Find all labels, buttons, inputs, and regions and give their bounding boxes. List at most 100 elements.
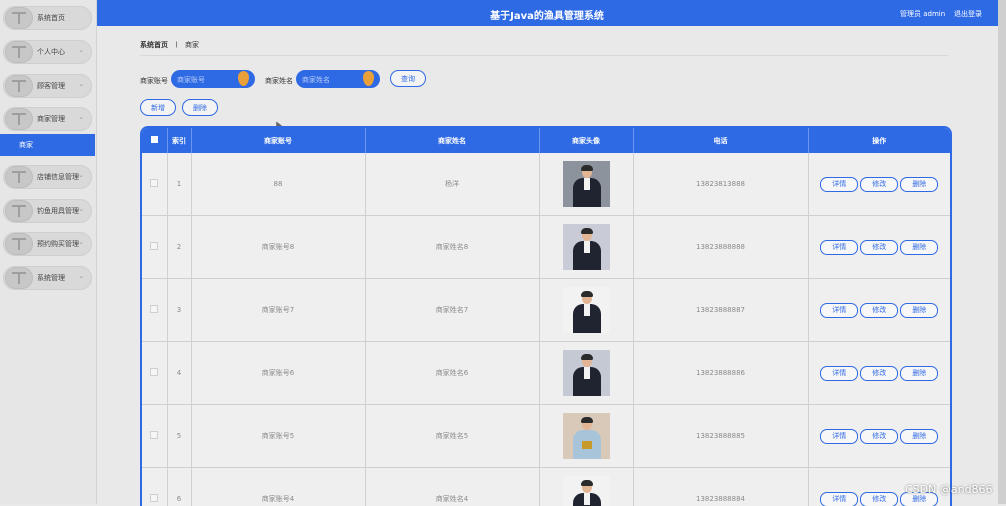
cell-phone: 13823888885	[633, 405, 808, 468]
sidebar-item-customers[interactable]: 顾客管理 ⌄	[3, 74, 92, 98]
sidebar-item-label: 预约购买管理	[37, 239, 79, 249]
cell-name: 商家姓名4	[365, 468, 539, 506]
merchant-table: 索引 商家账号 商家姓名 商家头像 电话 操作 1 88 杨洋 13823813…	[140, 126, 952, 506]
logout-link[interactable]: 退出登录	[954, 9, 982, 19]
batch-delete-button[interactable]: 删除	[182, 99, 218, 116]
col-account: 商家账号	[191, 128, 365, 153]
row-checkbox[interactable]	[150, 242, 158, 250]
sidebar-item-profile[interactable]: 个人中心 ⌄	[3, 40, 92, 64]
edit-button[interactable]: 修改	[860, 240, 898, 255]
cell-name: 商家姓名6	[365, 342, 539, 405]
cell-index: 6	[167, 468, 191, 506]
cell-name: 商家姓名7	[365, 279, 539, 342]
table-header-row: 索引 商家账号 商家姓名 商家头像 电话 操作	[142, 128, 950, 153]
sidebar-item-label: 个人中心	[37, 47, 65, 57]
select-all-cell[interactable]	[142, 128, 167, 153]
detail-button[interactable]: 详情	[820, 303, 858, 318]
sidebar-item-label: 系统首页	[37, 13, 65, 23]
add-button[interactable]: 新增	[140, 99, 176, 116]
page-scrollbar[interactable]	[998, 0, 1006, 504]
row-checkbox[interactable]	[150, 368, 158, 376]
cell-phone: 13823888888	[633, 216, 808, 279]
sidebar-item-reservations[interactable]: 预约购买管理 ⌄	[3, 232, 92, 256]
menu-icon	[5, 108, 33, 130]
account-search-input[interactable]	[175, 73, 245, 87]
menu-icon	[5, 166, 33, 188]
edit-button[interactable]: 修改	[860, 303, 898, 318]
cell-name: 商家姓名5	[365, 405, 539, 468]
chevron-down-icon: ⌄	[78, 171, 84, 179]
avatar	[563, 161, 610, 207]
table-row: 3 商家账号7 商家姓名7 13823888887 详情修改删除	[142, 279, 950, 342]
cell-name: 商家姓名8	[365, 216, 539, 279]
edit-button[interactable]: 修改	[860, 429, 898, 444]
edit-button[interactable]: 修改	[860, 177, 898, 192]
cell-index: 3	[167, 279, 191, 342]
current-user: 管理员 admin	[900, 9, 945, 19]
menu-icon	[5, 200, 33, 222]
sidebar-item-label: 钓鱼用具管理	[37, 206, 79, 216]
drop-icon	[238, 71, 249, 86]
cell-phone: 13823888887	[633, 279, 808, 342]
edit-button[interactable]: 修改	[860, 366, 898, 381]
chevron-down-icon: ⌄	[78, 113, 84, 121]
row-checkbox[interactable]	[150, 179, 158, 187]
row-checkbox[interactable]	[150, 494, 158, 502]
cell-account: 商家账号6	[191, 342, 365, 405]
sidebar-item-fishing-gear[interactable]: 钓鱼用具管理 ⌄	[3, 199, 92, 223]
menu-icon	[5, 233, 33, 255]
cell-phone: 13823888884	[633, 468, 808, 506]
cell-account: 商家账号8	[191, 216, 365, 279]
detail-button[interactable]: 详情	[820, 177, 858, 192]
sidebar-item-shop-info[interactable]: 店铺信息管理 ⌄	[3, 165, 92, 189]
account-search-field[interactable]	[171, 70, 255, 88]
menu-icon	[5, 75, 33, 97]
sidebar-item-label: 店铺信息管理	[37, 172, 79, 182]
row-checkbox[interactable]	[150, 431, 158, 439]
chevron-down-icon: ⌄	[78, 80, 84, 88]
delete-button[interactable]: 删除	[900, 429, 938, 444]
menu-icon	[5, 41, 33, 63]
menu-icon	[5, 7, 33, 29]
chevron-down-icon: ⌄	[78, 46, 84, 54]
cell-name: 杨洋	[365, 153, 539, 216]
query-button[interactable]: 查询	[390, 70, 426, 87]
app-title: 基于Java的渔具管理系统	[96, 7, 998, 22]
breadcrumb-current: 商家	[185, 41, 199, 49]
delete-button[interactable]: 删除	[900, 177, 938, 192]
name-label: 商家姓名	[265, 76, 293, 86]
breadcrumb-home[interactable]: 系统首页	[140, 41, 168, 49]
table-row: 4 商家账号6 商家姓名6 13823888886 详情修改删除	[142, 342, 950, 405]
name-search-input[interactable]	[300, 73, 370, 87]
table-row: 5 商家账号5 商家姓名5 13823888885 详情修改删除	[142, 405, 950, 468]
detail-button[interactable]: 详情	[820, 240, 858, 255]
select-all-checkbox[interactable]	[151, 136, 158, 143]
cell-phone: 13823813888	[633, 153, 808, 216]
sidebar-item-system[interactable]: 系统管理 ⌄	[3, 266, 92, 290]
cell-index: 5	[167, 405, 191, 468]
sidebar-item-merchants[interactable]: 商家管理 ⌄	[3, 107, 92, 131]
avatar	[563, 224, 610, 270]
avatar	[563, 350, 610, 396]
sidebar-item-home[interactable]: 系统首页	[3, 6, 92, 30]
col-phone: 电话	[633, 128, 808, 153]
chevron-down-icon: ⌄	[78, 272, 84, 280]
cell-account: 88	[191, 153, 365, 216]
cell-account: 商家账号4	[191, 468, 365, 506]
table-row: 1 88 杨洋 13823813888 详情修改删除	[142, 153, 950, 216]
cell-phone: 13823888886	[633, 342, 808, 405]
sidebar: 系统首页 个人中心 ⌄ 顾客管理 ⌄ 商家管理 ⌄ 商家 店铺信息管理 ⌄ 钓鱼…	[0, 0, 97, 504]
col-index: 索引	[167, 128, 191, 153]
avatar	[563, 287, 610, 333]
detail-button[interactable]: 详情	[820, 429, 858, 444]
sidebar-item-label: 商家管理	[37, 114, 65, 124]
name-search-field[interactable]	[296, 70, 380, 88]
drop-icon	[363, 71, 374, 86]
detail-button[interactable]: 详情	[820, 366, 858, 381]
delete-button[interactable]: 删除	[900, 303, 938, 318]
delete-button[interactable]: 删除	[900, 366, 938, 381]
cell-index: 4	[167, 342, 191, 405]
sidebar-subitem-merchant[interactable]: 商家	[0, 134, 95, 156]
row-checkbox[interactable]	[150, 305, 158, 313]
delete-button[interactable]: 删除	[900, 240, 938, 255]
